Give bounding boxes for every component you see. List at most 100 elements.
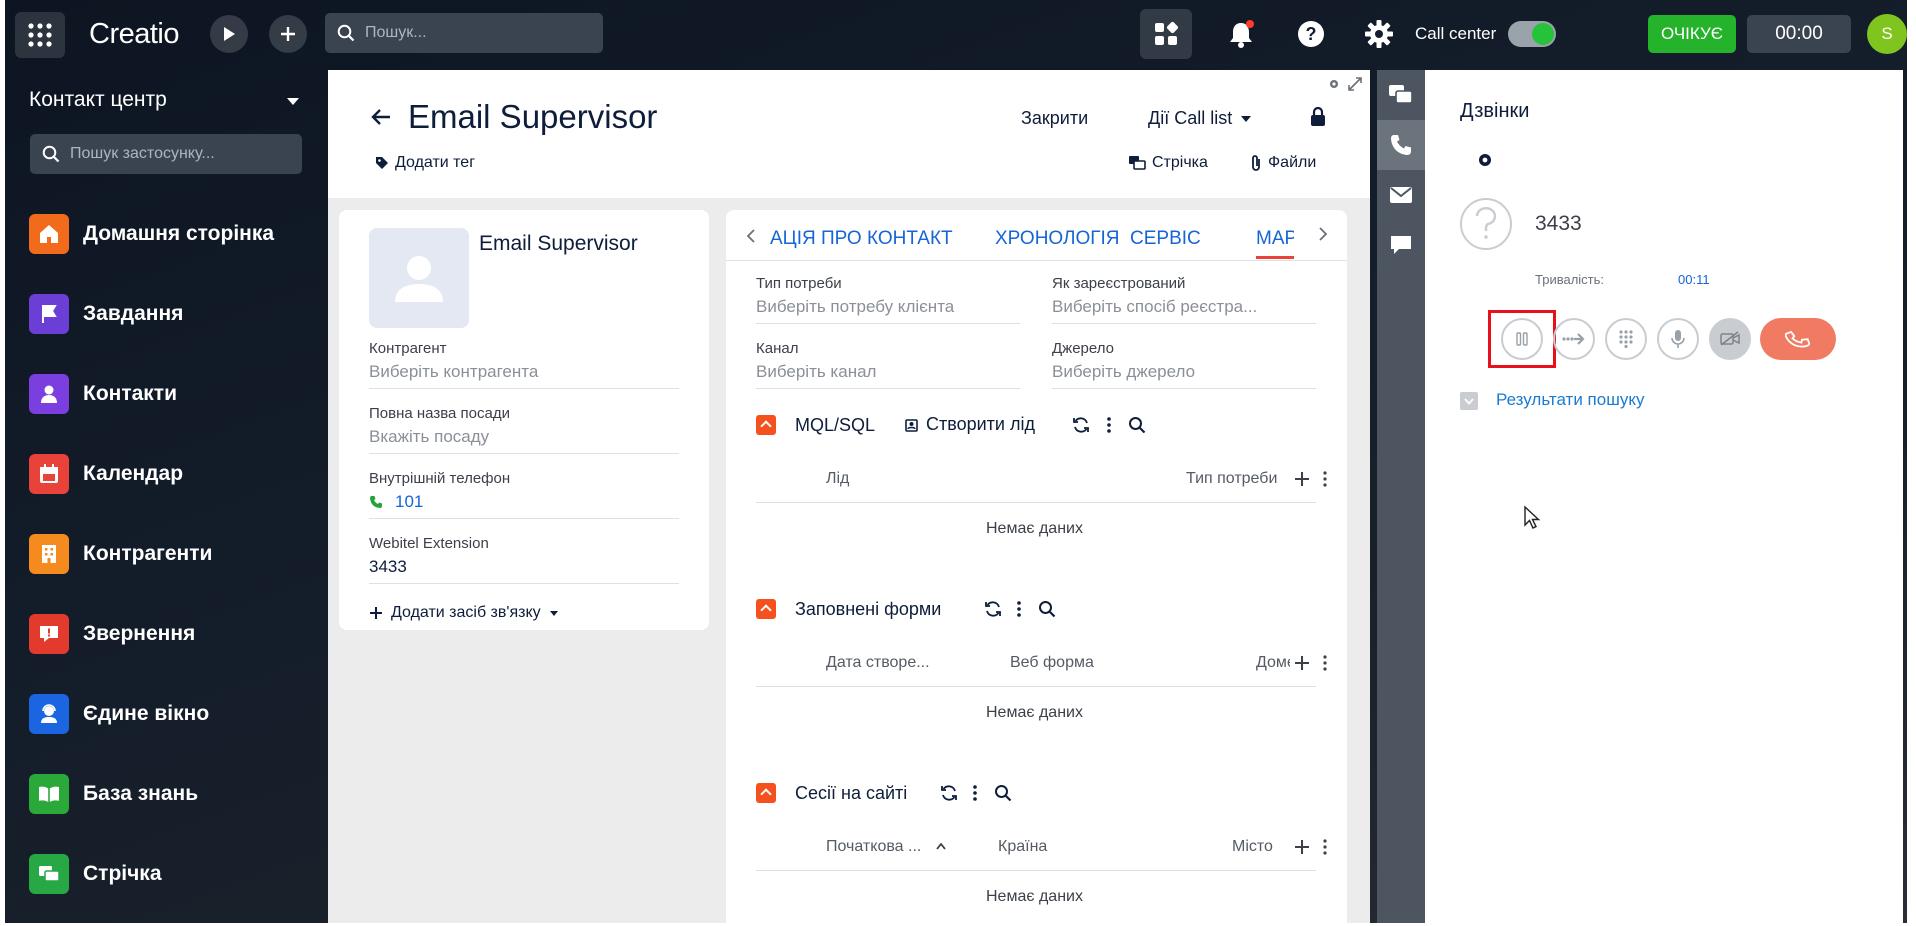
more-vertical-icon[interactable] — [1322, 654, 1328, 672]
sidebar-item-feed[interactable]: Стрічка — [29, 852, 319, 896]
dialpad-button[interactable] — [1605, 318, 1647, 360]
add-tag-button[interactable]: Додати тег — [375, 154, 475, 172]
page-settings-button[interactable] — [1328, 78, 1340, 90]
video-button[interactable] — [1709, 318, 1751, 360]
expand-button[interactable] — [1348, 77, 1362, 91]
widgets-button[interactable] — [1140, 9, 1192, 59]
lock-button[interactable] — [1310, 107, 1326, 127]
user-avatar[interactable]: S — [1867, 14, 1907, 54]
notifications-button[interactable] — [1215, 9, 1267, 59]
global-search[interactable]: Пошук... — [325, 13, 603, 53]
actions-dropdown[interactable]: Дії Call list — [1148, 108, 1252, 129]
column-header-lead[interactable]: Лід — [826, 470, 849, 488]
sort-ascending-icon[interactable] — [936, 843, 946, 850]
more-vertical-icon[interactable] — [1322, 838, 1328, 856]
add-communication-button[interactable]: Додати засіб зв'язку — [369, 604, 559, 622]
search-icon[interactable] — [1128, 416, 1146, 434]
workplace-title[interactable]: Контакт центр — [29, 88, 167, 112]
sidebar-item-tasks[interactable]: Завдання — [29, 292, 319, 336]
plus-icon — [370, 607, 382, 619]
refresh-icon[interactable] — [940, 784, 958, 802]
search-icon[interactable] — [1038, 600, 1056, 618]
rail-calls-button[interactable] — [1377, 120, 1425, 170]
search-icon[interactable] — [994, 784, 1012, 802]
search-results-toggle[interactable] — [1460, 392, 1478, 410]
registration-method-field[interactable]: Виберіть спосіб реєстра... — [1052, 297, 1257, 317]
sidebar-item-home[interactable]: Домашня сторінка — [29, 212, 319, 256]
call-center-toggle[interactable]: Call center — [1415, 16, 1557, 52]
account-field[interactable]: Виберіть контрагента — [369, 362, 538, 382]
channel-field[interactable]: Виберіть канал — [756, 362, 876, 382]
sidebar-item-cases[interactable]: Звернення — [29, 612, 319, 656]
help-button[interactable]: ? — [1285, 9, 1337, 59]
internal-phone-field[interactable]: 101 — [369, 492, 423, 512]
transfer-button[interactable] — [1553, 318, 1595, 360]
hold-button[interactable] — [1501, 318, 1543, 360]
sidebar-item-knowledge-base[interactable]: База знань — [29, 772, 319, 816]
column-header-city[interactable]: Місто — [1232, 838, 1273, 856]
divider — [1052, 323, 1316, 324]
collapse-sessions-button[interactable] — [756, 783, 776, 803]
sidebar-item-contacts[interactable]: Контакти — [29, 372, 319, 416]
search-results-label[interactable]: Результати пошуку — [1496, 390, 1644, 410]
tabs-scroll-right-button[interactable] — [1318, 227, 1328, 246]
account-label: Контрагент — [369, 340, 447, 357]
mute-button[interactable] — [1657, 318, 1699, 360]
gear-icon[interactable] — [1477, 152, 1493, 168]
source-field[interactable]: Виберіть джерело — [1052, 362, 1195, 382]
feed-button[interactable]: Стрічка — [1128, 154, 1208, 172]
column-header-domain[interactable]: Доме — [1256, 654, 1290, 672]
more-vertical-icon[interactable] — [1016, 600, 1022, 618]
collapse-mql-button[interactable] — [756, 415, 776, 435]
collapse-forms-button[interactable] — [756, 599, 776, 619]
divider — [756, 323, 1020, 324]
column-header-created-date[interactable]: Дата створе... — [826, 654, 930, 672]
refresh-icon[interactable] — [1072, 416, 1090, 434]
column-header-need-type[interactable]: Тип потреби — [1186, 470, 1277, 488]
refresh-icon[interactable] — [984, 600, 1002, 618]
rail-messages-button[interactable] — [1377, 220, 1425, 270]
back-button[interactable] — [370, 104, 392, 135]
tab-service[interactable]: СЕРВІС — [1130, 228, 1201, 250]
tab-marketing[interactable]: МАР — [1256, 228, 1294, 250]
tab-history[interactable]: ХРОНОЛОГІЯ — [995, 228, 1120, 250]
divider — [1052, 388, 1316, 389]
rail-chat-button[interactable] — [1377, 70, 1425, 120]
internal-phone-value[interactable]: 101 — [395, 492, 423, 512]
job-title-field[interactable]: Вкажіть посаду — [369, 427, 489, 447]
contact-photo[interactable] — [369, 228, 469, 328]
sidebar-item-accounts[interactable]: Контрагенти — [29, 532, 319, 576]
plus-icon[interactable] — [1294, 655, 1310, 671]
rail-email-button[interactable] — [1377, 170, 1425, 220]
app-search-input[interactable]: Пошук застосунку... — [30, 134, 302, 174]
tab-contact-info[interactable]: АЦІЯ ПРО КОНТАКТ — [770, 228, 953, 250]
column-header-initial[interactable]: Початкова ... — [826, 838, 921, 856]
more-vertical-icon[interactable] — [1322, 470, 1328, 488]
files-button[interactable]: Файли — [1250, 154, 1316, 172]
webitel-extension-field[interactable]: 3433 — [369, 557, 407, 577]
need-type-field[interactable]: Виберіть потребу клієнта — [756, 297, 954, 317]
lock-icon — [1311, 107, 1325, 126]
sidebar-item-single-window[interactable]: Єдине вікно — [29, 692, 319, 736]
add-button[interactable] — [269, 15, 307, 53]
plus-icon[interactable] — [1294, 471, 1310, 487]
tabs-scroll-left-button[interactable] — [746, 227, 756, 248]
more-vertical-icon[interactable] — [1106, 416, 1112, 434]
plus-icon[interactable] — [1294, 839, 1310, 855]
run-process-button[interactable] — [210, 15, 248, 53]
page-title: Email Supervisor — [408, 98, 658, 135]
create-lead-button[interactable]: Створити лід — [904, 414, 1035, 435]
call-center-switch[interactable] — [1508, 21, 1557, 47]
apps-grid-button[interactable] — [15, 12, 65, 58]
column-header-web-form[interactable]: Веб форма — [1010, 654, 1094, 672]
play-icon — [224, 27, 235, 41]
column-header-country[interactable]: Країна — [998, 838, 1047, 856]
contact-name[interactable]: Email Supervisor — [479, 232, 638, 256]
agent-status-button[interactable]: ОЧІКУЄ — [1648, 15, 1736, 53]
more-vertical-icon[interactable] — [972, 784, 978, 802]
hangup-button[interactable] — [1760, 318, 1836, 360]
sidebar-item-calendar[interactable]: Календар — [29, 452, 319, 496]
close-button[interactable]: Закрити — [1021, 108, 1088, 129]
chevron-down-icon[interactable] — [287, 98, 299, 105]
settings-button[interactable] — [1353, 9, 1405, 59]
